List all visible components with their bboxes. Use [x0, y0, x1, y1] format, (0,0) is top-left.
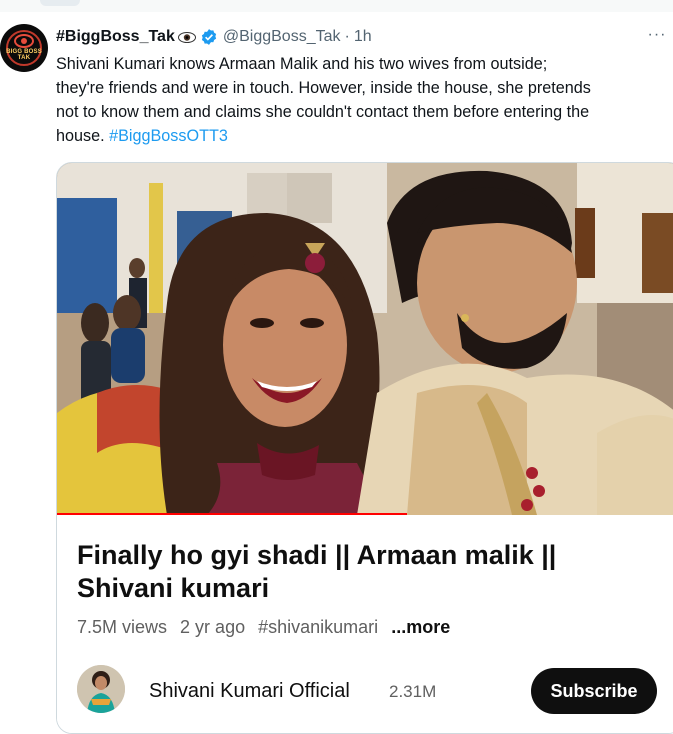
more-options-icon[interactable]: ···: [647, 26, 667, 46]
video-meta: 7.5M views 2 yr ago #shivanikumari ...mo…: [77, 617, 458, 638]
channel-avatar[interactable]: [77, 665, 125, 713]
video-hashtag[interactable]: #shivanikumari: [258, 617, 378, 637]
subscriber-count: 2.31M: [389, 682, 437, 701]
top-strip-blob: [40, 0, 80, 6]
tweet-header: #BiggBoss_Tak @BiggBoss_Tak · 1h: [56, 26, 372, 48]
video-thumbnail[interactable]: [57, 163, 673, 515]
video-title-line2: Shivani kumari: [77, 573, 270, 603]
subscribe-button[interactable]: Subscribe: [531, 668, 657, 714]
author-name[interactable]: #BiggBoss_Tak: [56, 28, 175, 46]
channel-name[interactable]: Shivani Kumari Official: [149, 680, 350, 703]
author-avatar[interactable]: BIGG BOSS TAK: [0, 24, 48, 72]
author-handle[interactable]: @BiggBoss_Tak: [223, 28, 341, 46]
view-count: 7.5M views: [77, 617, 168, 637]
tweet-time[interactable]: 1h: [354, 28, 372, 46]
video-title-line1: Finally ho gyi shadi || Armaan malik ||: [77, 540, 557, 570]
avatar-logo-text: BIGG BOSS TAK: [6, 49, 42, 61]
avatar-pupil: [21, 38, 27, 44]
tweet-text-line: not to know them and claims she couldn't…: [56, 103, 590, 121]
video-title[interactable]: Finally ho gyi shadi || Armaan malik || …: [77, 539, 617, 605]
tweet-text: Shivani Kumari knows Armaan Malik and hi…: [56, 52, 673, 148]
more-description-link[interactable]: ...more: [391, 617, 450, 637]
tweet-text-end: house.: [56, 127, 105, 145]
separator-dot: ·: [344, 28, 350, 45]
hashtag-link[interactable]: #BiggBossOTT3: [109, 127, 228, 145]
youtube-info-panel: Finally ho gyi shadi || Armaan malik || …: [57, 515, 673, 733]
video-card[interactable]: Finally ho gyi shadi || Armaan malik || …: [56, 162, 673, 734]
verified-badge-icon: [200, 28, 218, 46]
top-strip: [0, 0, 673, 12]
upload-age: 2 yr ago: [180, 617, 246, 637]
eye-icon: [177, 31, 196, 43]
tweet-text-line: they're friends and were in touch. Howev…: [56, 79, 591, 97]
tweet-text-line-last: house. #BiggBossOTT3: [56, 124, 673, 148]
tweet-text-line: Shivani Kumari knows Armaan Malik and hi…: [56, 55, 548, 73]
